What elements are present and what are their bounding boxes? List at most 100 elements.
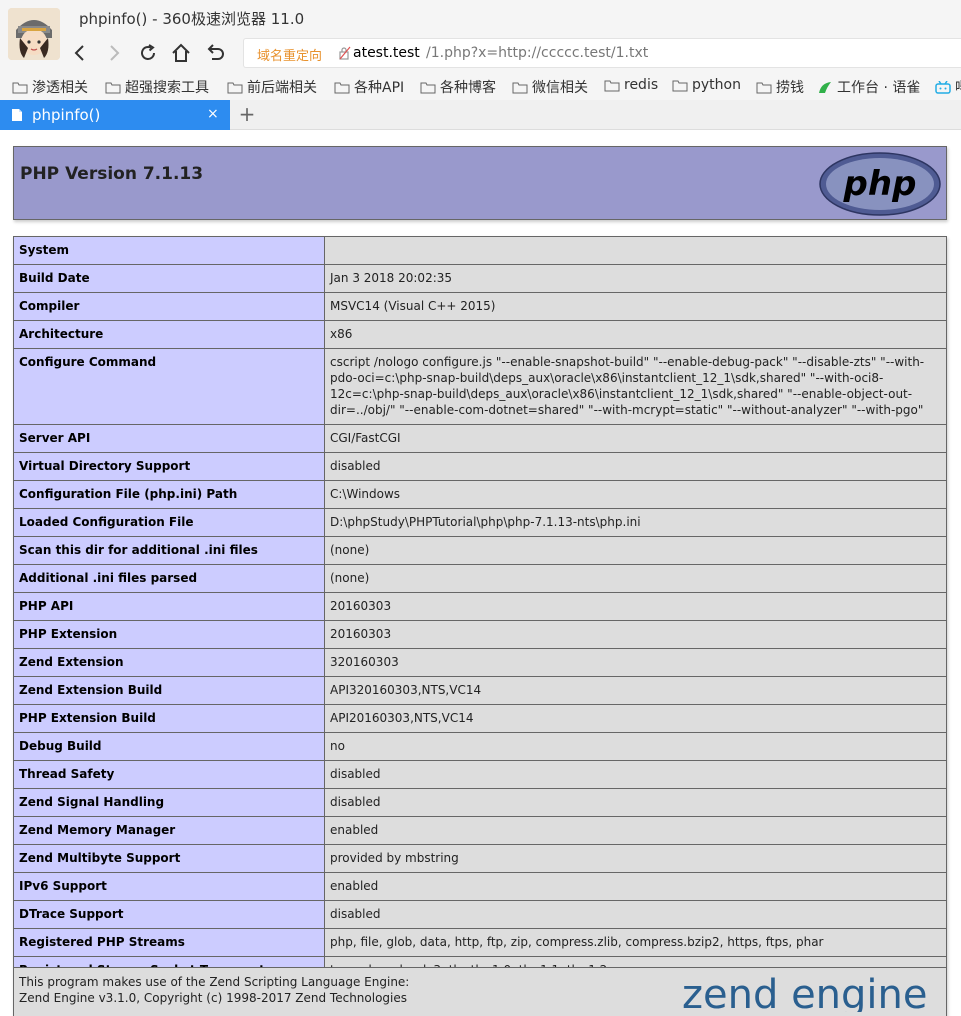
url-host[interactable]: atest.test xyxy=(353,45,420,61)
reload-icon xyxy=(141,44,155,60)
info-value: disabled xyxy=(324,760,947,789)
bookmark-label: 渗透相关 xyxy=(32,80,88,96)
tab-phpinfo[interactable]: phpinfo() × xyxy=(0,100,230,130)
info-key: Virtual Directory Support xyxy=(13,452,325,481)
info-row: Thread Safety disabled xyxy=(13,760,947,789)
bookmark-folder[interactable]: 微信相关 xyxy=(512,77,588,97)
info-key: Zend Signal Handling xyxy=(13,788,325,817)
folder-icon xyxy=(604,80,620,91)
php-logo[interactable]: php xyxy=(818,151,942,217)
php-info-table: System Build Date Jan 3 2018 20:02:35 Compi… xyxy=(13,236,947,1016)
info-row: Loaded Configuration File D:\phpStudy\PHP… xyxy=(13,508,947,537)
info-key: Zend Memory Manager xyxy=(13,816,325,845)
info-key: Thread Safety xyxy=(13,760,325,789)
info-key: Compiler xyxy=(13,292,325,321)
info-row: Virtual Directory Support disabled xyxy=(13,452,947,481)
arrow-right-icon xyxy=(110,45,120,61)
info-row: PHP API 20160303 xyxy=(13,592,947,621)
info-value: (none) xyxy=(324,536,947,565)
new-tab-button[interactable]: + xyxy=(236,102,258,126)
bookmark-label: 各种博客 xyxy=(440,80,496,96)
info-row: PHP Extension Build API20160303,NTS,VC14 xyxy=(13,704,947,733)
folder-icon xyxy=(420,82,436,93)
address-bar[interactable]: 域名重定向 atest.test /1.php?x=http://ccccc.t… xyxy=(243,38,961,68)
info-value: Jan 3 2018 20:02:35 xyxy=(324,264,947,293)
insecure-lock-icon[interactable] xyxy=(339,46,351,63)
folder-icon xyxy=(672,80,688,91)
bookmark-label: 各种API xyxy=(354,80,405,96)
folder-icon xyxy=(512,82,528,93)
folder-icon xyxy=(227,82,243,93)
bookmark-label: 捞钱 xyxy=(776,80,804,96)
info-value: 320160303 xyxy=(324,648,947,677)
info-key: Zend Multibyte Support xyxy=(13,844,325,873)
bookmarks-bar: 渗透相关 超强搜索工具 前后端相关 各种API 各种博客 微信相关 redis xyxy=(0,73,961,99)
undo-close-button[interactable] xyxy=(202,40,228,66)
info-row: PHP Extension 20160303 xyxy=(13,620,947,649)
info-row: Server API CGI/FastCGI xyxy=(13,424,947,453)
info-value: enabled xyxy=(324,872,947,901)
info-key: Zend Extension xyxy=(13,648,325,677)
zend-engine-logo[interactable]: zend engine xyxy=(682,968,942,1012)
forward-button[interactable] xyxy=(101,40,127,66)
info-key: Loaded Configuration File xyxy=(13,508,325,537)
reload-button[interactable] xyxy=(135,40,161,66)
info-row: Configure Command cscript /nologo configu… xyxy=(13,348,947,425)
info-value: API320160303,NTS,VC14 xyxy=(324,676,947,705)
arrow-left-icon xyxy=(74,45,84,61)
bookmark-label: 工作台 · 语雀 xyxy=(837,80,921,96)
info-row: Zend Extension 320160303 xyxy=(13,648,947,677)
info-row: Additional .ini files parsed (none) xyxy=(13,564,947,593)
info-value: CGI/FastCGI xyxy=(324,424,947,453)
bookmark-folder[interactable]: 前后端相关 xyxy=(227,77,317,97)
info-value: disabled xyxy=(324,452,947,481)
info-key: IPv6 Support xyxy=(13,872,325,901)
info-key: PHP Extension Build xyxy=(13,704,325,733)
php-version-title: PHP Version 7.1.13 xyxy=(20,164,204,184)
info-value: cscript /nologo configure.js "--enable-s… xyxy=(324,348,947,425)
tab-bar: phpinfo() × + xyxy=(0,100,961,130)
info-value: disabled xyxy=(324,900,947,929)
home-icon xyxy=(172,43,190,62)
url-path[interactable]: /1.php?x=http://ccccc.test/1.txt xyxy=(426,45,648,61)
back-button[interactable] xyxy=(67,40,93,66)
info-row: Build Date Jan 3 2018 20:02:35 xyxy=(13,264,947,293)
info-value: 20160303 xyxy=(324,620,947,649)
php-logo-text: php xyxy=(843,164,917,204)
bookmark-folder[interactable]: 各种API xyxy=(334,77,404,97)
bookmark-folder[interactable]: 渗透相关 xyxy=(12,77,88,97)
info-value: disabled xyxy=(324,788,947,817)
redirect-label[interactable]: 域名重定向 xyxy=(257,45,322,64)
bookmark-link[interactable]: 工作台 · 语雀 xyxy=(817,77,920,97)
bookmark-folder[interactable]: 超强搜索工具 xyxy=(105,77,209,97)
info-value: D:\phpStudy\PHPTutorial\php\php-7.1.13-n… xyxy=(324,508,947,537)
browser-chrome: phpinfo() - 360极速浏览器 11.0 域名重定向 atest.te… xyxy=(0,0,961,130)
folder-icon xyxy=(105,82,121,93)
info-key: PHP Extension xyxy=(13,620,325,649)
page-icon xyxy=(12,109,22,121)
info-row: Zend Memory Manager enabled xyxy=(13,816,947,845)
bookmark-link[interactable]: 哔 xyxy=(935,77,961,97)
zend-engine-box: This program makes use of the Zend Scrip… xyxy=(13,967,947,1016)
info-value: no xyxy=(324,732,947,761)
zend-text: This program makes use of the Zend Scrip… xyxy=(19,974,409,1006)
bilibili-icon xyxy=(935,80,951,94)
bookmark-label: 微信相关 xyxy=(532,80,588,96)
zend-line-1: This program makes use of the Zend Scrip… xyxy=(19,975,410,989)
info-row: Compiler MSVC14 (Visual C++ 2015) xyxy=(13,292,947,321)
folder-icon xyxy=(12,82,28,93)
bookmark-folder[interactable]: 捞钱 xyxy=(756,77,804,97)
bookmark-folder[interactable]: redis xyxy=(604,77,658,93)
info-key: Debug Build xyxy=(13,732,325,761)
bookmark-folder[interactable]: 各种博客 xyxy=(420,77,496,97)
info-key: Zend Extension Build xyxy=(13,676,325,705)
info-key: Configure Command xyxy=(13,348,325,425)
folder-icon xyxy=(756,82,772,93)
tab-close-button[interactable]: × xyxy=(207,106,219,122)
home-button[interactable] xyxy=(168,40,194,66)
info-row: Zend Extension Build API320160303,NTS,VC1… xyxy=(13,676,947,705)
bookmark-label: 超强搜索工具 xyxy=(125,80,209,96)
user-avatar[interactable] xyxy=(8,8,60,60)
info-value: enabled xyxy=(324,816,947,845)
bookmark-folder[interactable]: python xyxy=(672,77,741,93)
